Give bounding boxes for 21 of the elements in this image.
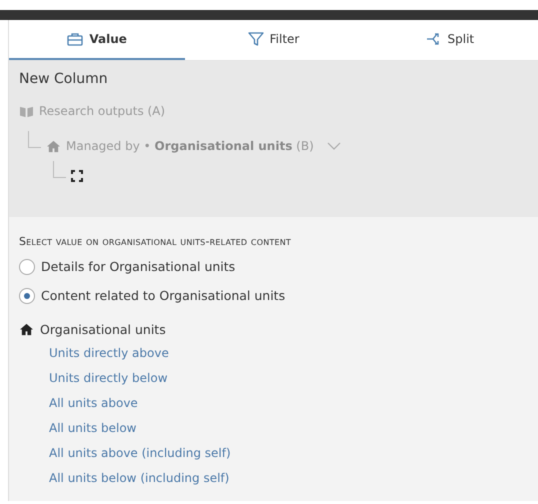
- option-link[interactable]: All units above (including self): [49, 441, 231, 466]
- home-icon: [19, 322, 34, 336]
- source-label: Research outputs (A): [39, 104, 166, 118]
- option-link[interactable]: All units above: [49, 391, 138, 416]
- relation-label: Managed by • Organisational units (B): [66, 139, 314, 153]
- focus-icon[interactable]: [71, 170, 83, 182]
- option-link[interactable]: All units below: [49, 416, 136, 441]
- radio-label[interactable]: Details for Organisational units: [41, 259, 236, 274]
- section-heading: Select value on organisational units-related content: [19, 235, 292, 248]
- option-link[interactable]: Units directly below: [49, 366, 168, 391]
- radio-button[interactable]: [19, 288, 35, 304]
- group-label: Organisational units: [40, 322, 166, 336]
- home-icon: [46, 140, 61, 152]
- radio-button[interactable]: [19, 258, 35, 274]
- column-title: New Column: [19, 71, 109, 87]
- option-link[interactable]: Units directly above: [49, 341, 169, 366]
- filter-icon: [248, 31, 264, 47]
- option-link[interactable]: All units below (including self): [49, 466, 230, 491]
- briefcase-icon: [67, 32, 84, 46]
- radio-label[interactable]: Content related to Organisational units: [41, 288, 286, 303]
- book-icon: [19, 104, 34, 118]
